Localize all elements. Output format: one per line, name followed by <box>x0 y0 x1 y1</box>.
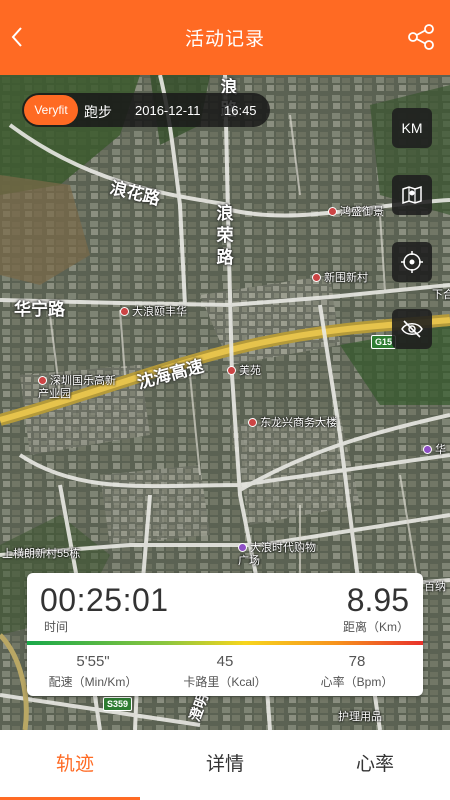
activity-date: 2016-12-11 <box>135 103 201 118</box>
duration-value: 00:25:01 <box>40 582 169 618</box>
poi-dalang-times: 大浪时代购物广场 <box>238 542 316 567</box>
heart-rate-stat: 78 心率（Bpm） <box>291 653 423 690</box>
poi-donglongxing: 东龙兴商务大楼 <box>248 414 337 430</box>
page-title: 活动记录 <box>184 29 265 50</box>
locate-icon <box>401 251 423 273</box>
tab-heart-rate[interactable]: 心率 <box>300 730 450 800</box>
intensity-gradient-bar <box>27 641 423 645</box>
share-icon <box>408 24 434 50</box>
heart-rate-value: 78 <box>348 653 366 670</box>
tab-details[interactable]: 详情 <box>150 730 300 800</box>
poi-huli: 护理用品 <box>338 711 382 723</box>
poi-meiyuan: 美苑 <box>227 362 261 378</box>
road-label-langrong: 浪荣路 <box>216 204 234 267</box>
map-type-button[interactable] <box>392 175 432 215</box>
poi-heng-lang: 上横朗新村55栋 <box>2 548 81 560</box>
source-badge: Veryfit <box>24 95 78 125</box>
duration-label: 时间 <box>44 620 69 634</box>
calories-value: 45 <box>216 653 234 670</box>
pace-stat: 5'55" 配速（Min/Km） <box>27 653 159 690</box>
pace-value: 5'55" <box>76 653 110 670</box>
road-label-huaning: 华宁路 <box>14 300 65 319</box>
activity-type: 跑步 <box>84 104 112 120</box>
poi-hongjin: 鸿盛御景 <box>328 203 384 219</box>
map-icon <box>402 185 422 205</box>
hide-track-button[interactable] <box>392 309 432 349</box>
activity-time: 16:45 <box>224 103 257 118</box>
distance-label: 距离（Km） <box>342 620 409 634</box>
poi-hua: 华 <box>423 441 446 457</box>
tab-track[interactable]: 轨迹 <box>0 730 150 800</box>
highway-shield-s359: S359 <box>103 697 133 711</box>
poi-xinwei: 新围新村 <box>312 269 368 285</box>
distance-value: 8.95 <box>346 582 409 618</box>
poi-dalang-jinghua: 大浪颐丰华 <box>120 303 187 319</box>
top-app-bar: 活动记录 <box>0 0 450 75</box>
calories-stat: 45 卡路里（Kcal） <box>159 653 291 690</box>
heart-rate-label: 心率（Bpm） <box>320 675 394 689</box>
unit-toggle-button[interactable]: KM <box>392 108 432 148</box>
activity-info-pill: Veryfit 跑步 2016-12-11 16:45 <box>22 93 270 127</box>
workout-summary-card: 00:25:01 时间 8.95 距离（Km） 5'55" 配速（Min/Km）… <box>27 573 423 696</box>
eye-slash-icon <box>401 320 423 338</box>
calories-label: 卡路里（Kcal） <box>183 675 267 689</box>
locate-button[interactable] <box>392 242 432 282</box>
poi-xiahe: 下合 <box>432 289 450 301</box>
share-button[interactable] <box>406 22 436 52</box>
poi-music-park: 深圳国乐高新产业园 <box>38 375 116 400</box>
poi-baina: 百纳 <box>424 581 446 593</box>
pace-label: 配速（Min/Km） <box>48 675 138 689</box>
bottom-tab-bar: 轨迹 详情 心率 <box>0 730 450 800</box>
